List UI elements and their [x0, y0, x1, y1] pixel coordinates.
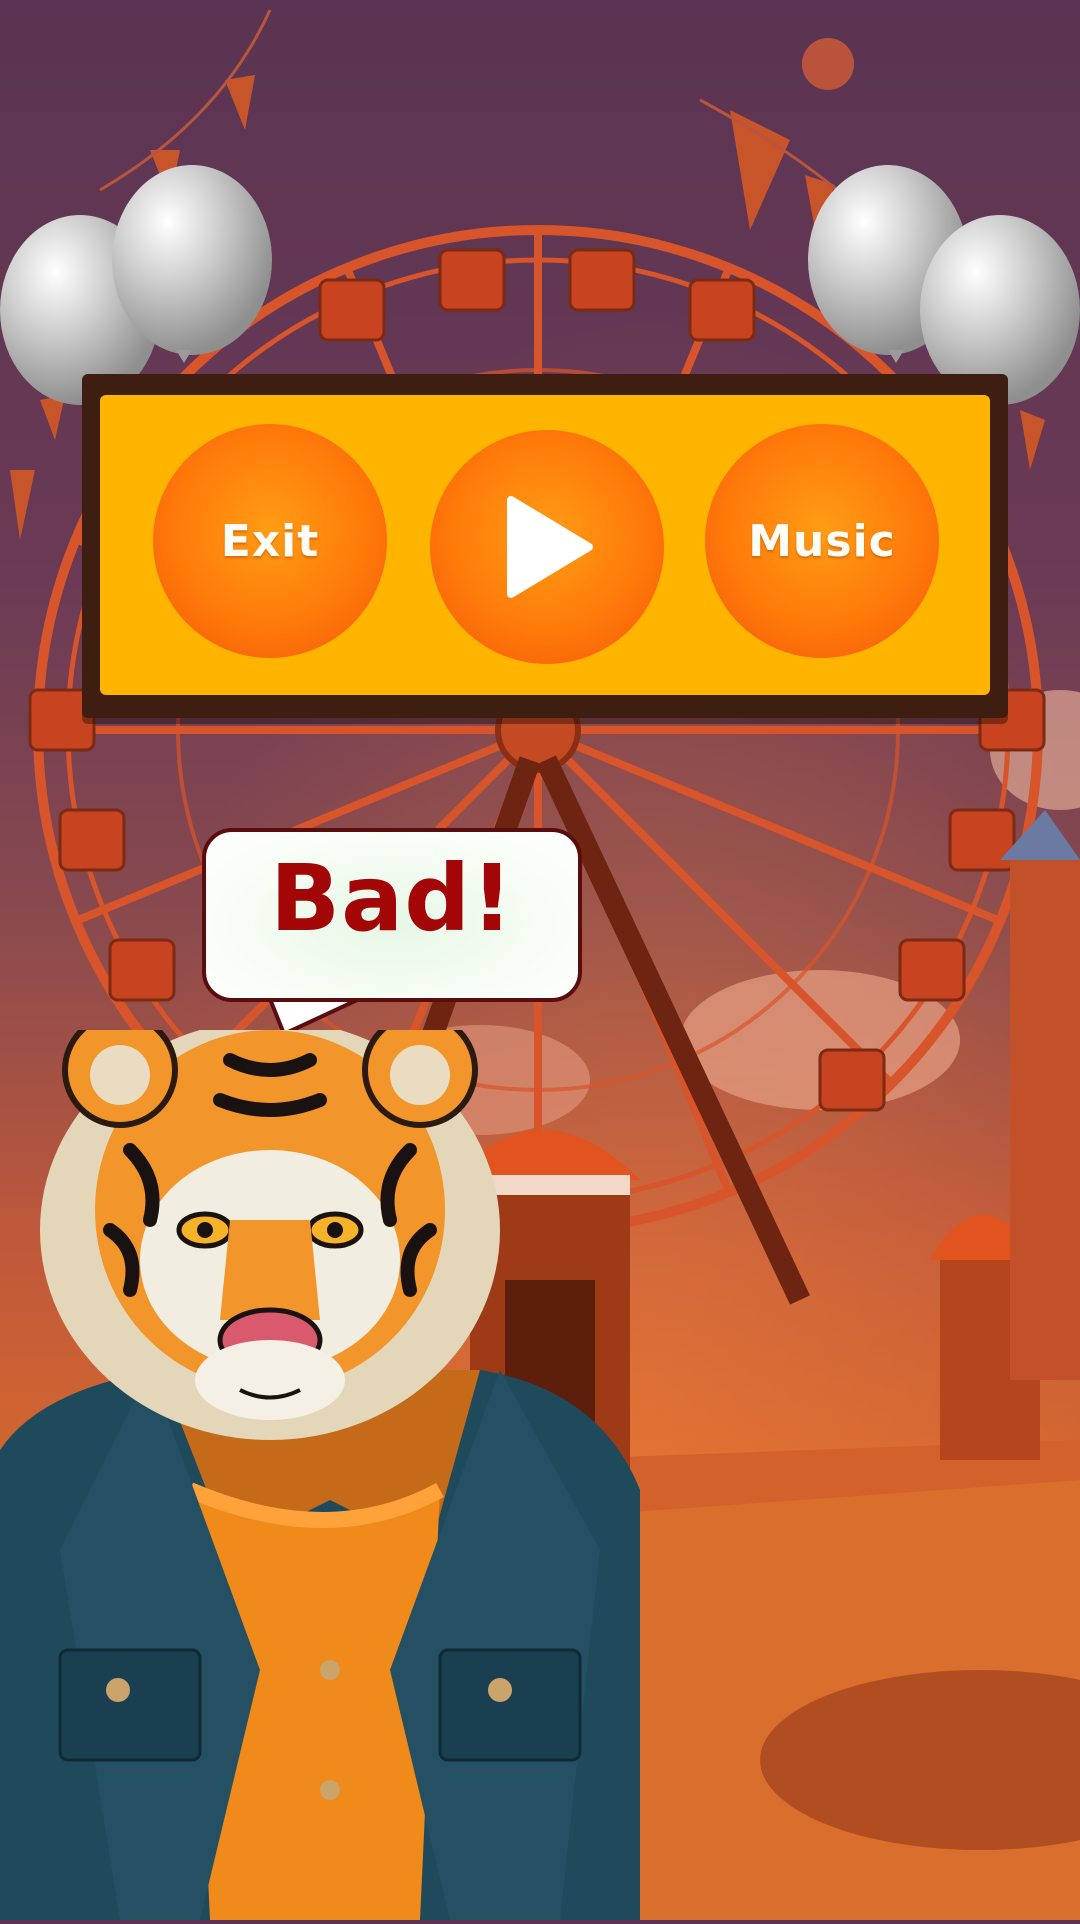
play-button[interactable]: [430, 430, 664, 664]
exit-button-label: Exit: [220, 515, 320, 567]
tiger-character: [0, 1012, 660, 1924]
speech-bubble-text: Bad!: [269, 845, 515, 952]
play-icon: [507, 496, 593, 598]
exit-button[interactable]: Exit: [153, 424, 387, 658]
music-button[interactable]: Music: [705, 424, 939, 658]
music-button-label: Music: [748, 515, 896, 567]
